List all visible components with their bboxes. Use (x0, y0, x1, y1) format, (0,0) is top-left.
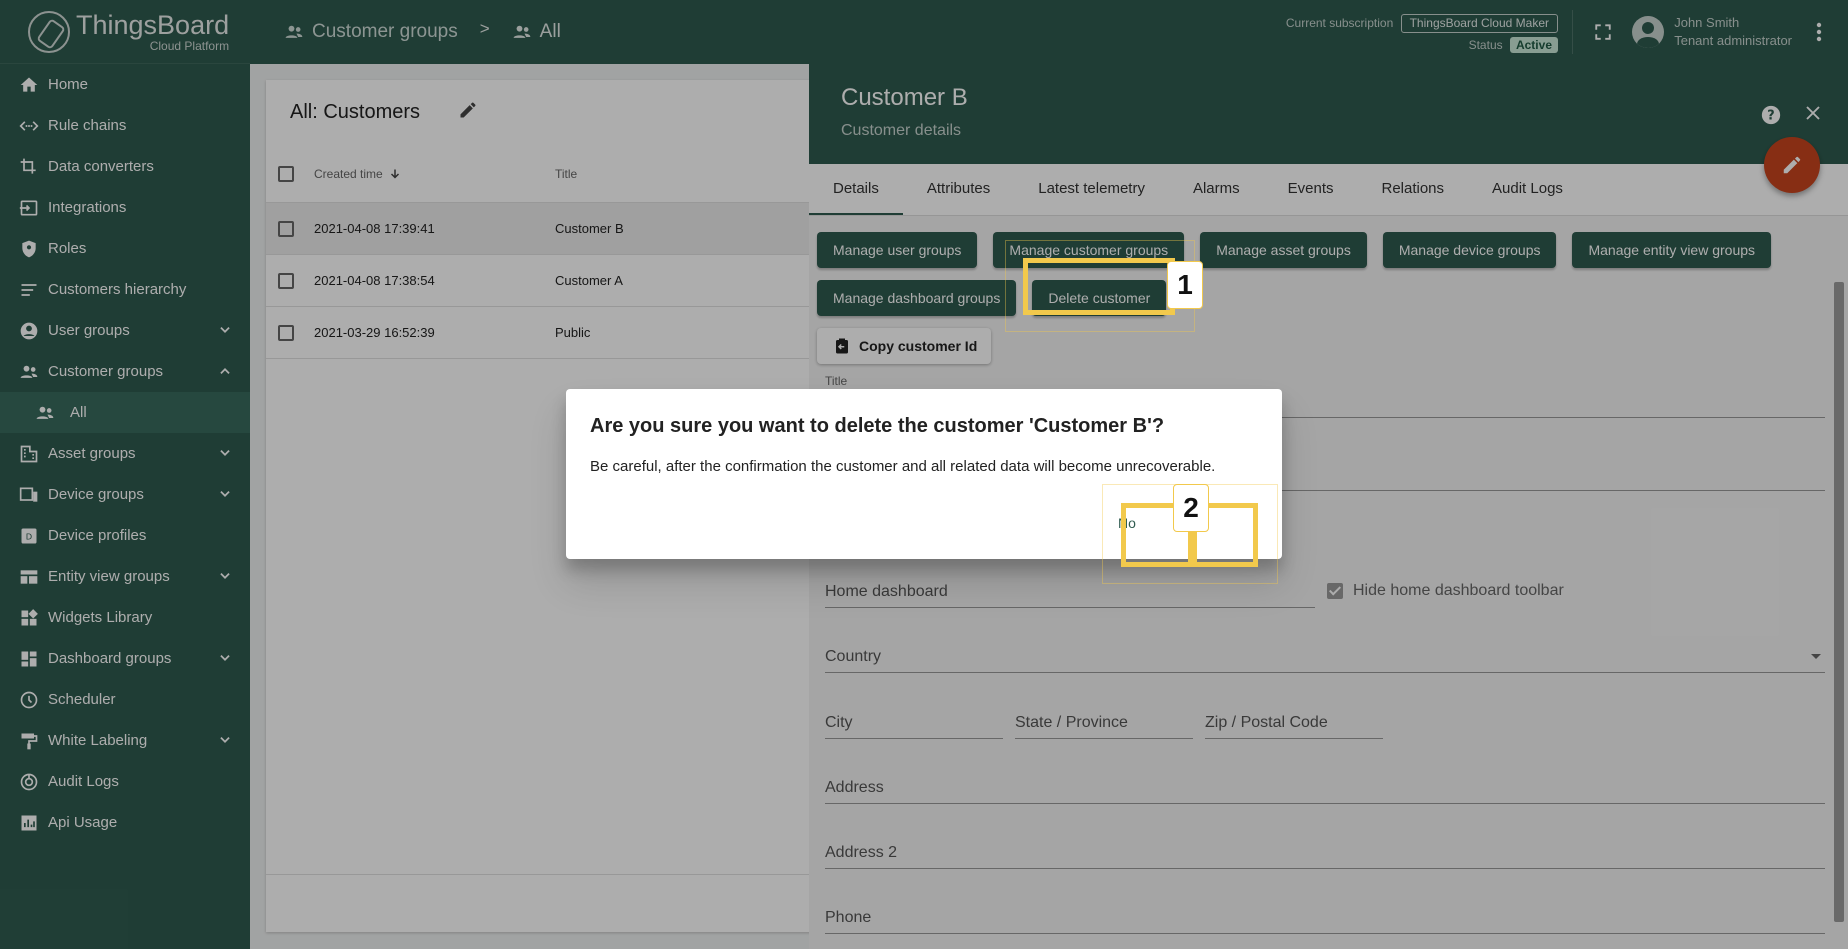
dialog-message: Be careful, after the confirmation the c… (590, 458, 1216, 475)
highlight-delete-customer (1023, 258, 1175, 315)
step-badge-1: 1 (1167, 261, 1203, 309)
dialog-title: Are you sure you want to delete the cust… (590, 415, 1165, 437)
step-badge-2: 2 (1173, 484, 1209, 532)
